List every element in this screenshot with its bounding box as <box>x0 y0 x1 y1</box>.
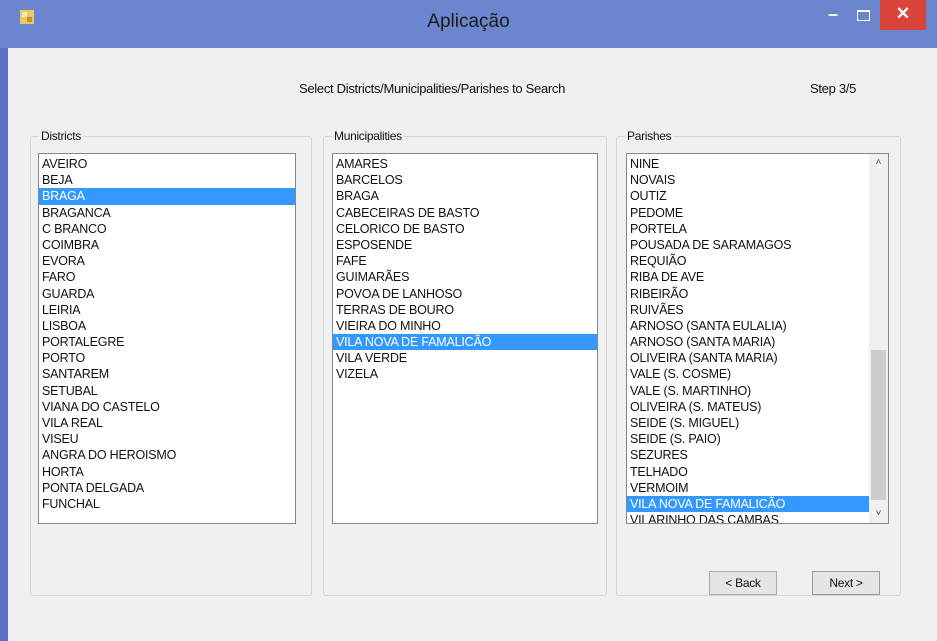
list-item[interactable]: BRAGANCA <box>39 205 295 221</box>
application-window: Aplicação – ✕ Select Districts/Municipal… <box>0 0 937 641</box>
chevron-up-icon[interactable]: ˄ <box>869 154 888 172</box>
list-item[interactable]: TELHADO <box>627 464 869 480</box>
list-item[interactable]: VILA NOVA DE FAMALICÃO <box>333 334 597 351</box>
districts-label: Districts <box>39 129 83 143</box>
list-item[interactable]: FARO <box>39 269 295 285</box>
list-item[interactable]: GUARDA <box>39 286 295 302</box>
window-title: Aplicação <box>427 11 510 32</box>
title-bar: Aplicação – ✕ <box>0 0 937 48</box>
maximize-icon <box>856 10 870 21</box>
search-prompt: Select Districts/Municipalities/Parishes… <box>299 81 566 96</box>
list-item[interactable]: BEJA <box>39 172 295 188</box>
next-button[interactable]: Next > <box>812 571 880 595</box>
list-item[interactable]: BRAGA <box>333 188 597 204</box>
list-item[interactable]: C BRANCO <box>39 221 295 237</box>
list-item[interactable]: VERMOIM <box>627 480 869 496</box>
list-item[interactable]: POVOA DE LANHOSO <box>333 286 597 302</box>
list-item[interactable]: COIMBRA <box>39 237 295 253</box>
parishes-items: NINE NOVAIS OUTIZ PEDOME PORTELA POUSADA DE S… <box>627 154 869 523</box>
list-item[interactable]: CABECEIRAS DE BASTO <box>333 205 597 221</box>
list-item[interactable]: FUNCHAL <box>39 496 295 512</box>
list-item[interactable]: VIANA DO CASTELO <box>39 399 295 415</box>
list-item[interactable]: PEDOME <box>627 205 869 221</box>
list-item[interactable]: VIZELA <box>333 366 597 382</box>
districts-items: AVEIRO BEJA BRAGA BRAGANCA C BRANCO COIMBRA EV… <box>39 154 295 512</box>
list-item[interactable]: NINE <box>627 156 869 172</box>
list-item[interactable]: RIBA DE AVE <box>627 269 869 285</box>
districts-listbox[interactable]: AVEIRO BEJA BRAGA BRAGANCA C BRANCO COIMBRA EV… <box>38 153 296 524</box>
municipalities-group: Municipalities AMARES BARCELOS BRAGA CABECE… <box>323 129 607 596</box>
municipalities-items: AMARES BARCELOS BRAGA CABECEIRAS DE BASTO CE… <box>333 154 597 383</box>
list-item[interactable]: VILA VERDE <box>333 350 597 366</box>
list-item[interactable]: TERRAS DE BOURO <box>333 302 597 318</box>
maximize-button[interactable] <box>848 0 878 30</box>
list-item[interactable]: GUIMARÃES <box>333 269 597 285</box>
back-button[interactable]: < Back <box>709 571 777 595</box>
parishes-listbox[interactable]: NINE NOVAIS OUTIZ PEDOME PORTELA POUSADA DE S… <box>626 153 889 524</box>
step-indicator: Step 3/5 <box>810 81 857 96</box>
minimize-button[interactable]: – <box>818 0 848 30</box>
municipalities-listbox[interactable]: AMARES BARCELOS BRAGA CABECEIRAS DE BASTO CE… <box>332 153 598 524</box>
list-item[interactable]: HORTA <box>39 464 295 480</box>
list-item[interactable]: PORTALEGRE <box>39 334 295 350</box>
list-item[interactable]: RIBEIRÃO <box>627 286 869 302</box>
chevron-down-icon[interactable]: ˅ <box>869 505 888 523</box>
parishes-group: Parishes NINE NOVAIS OUTIZ PEDOME PORTELA POU… <box>616 129 901 596</box>
list-item[interactable]: EVORA <box>39 253 295 269</box>
close-button[interactable]: ✕ <box>880 0 926 30</box>
list-item[interactable]: ARNOSO (SANTA EULALIA) <box>627 318 869 334</box>
municipalities-label: Municipalities <box>332 129 404 143</box>
list-item[interactable]: NOVAIS <box>627 172 869 188</box>
list-item[interactable]: SEZURES <box>627 447 869 463</box>
list-item[interactable]: ANGRA DO HEROISMO <box>39 447 295 463</box>
list-item[interactable]: PONTA DELGADA <box>39 480 295 496</box>
list-item[interactable]: LEIRIA <box>39 302 295 318</box>
list-item[interactable]: SETUBAL <box>39 383 295 399</box>
scrollbar-thumb[interactable] <box>871 350 886 500</box>
list-item[interactable]: FAFE <box>333 253 597 269</box>
list-item[interactable]: VILA NOVA DE FAMALICÃO <box>627 495 869 513</box>
list-item[interactable]: VIEIRA DO MINHO <box>333 318 597 334</box>
list-item[interactable]: OLIVEIRA (SANTA MARIA) <box>627 350 869 366</box>
list-item[interactable]: REQUIÃO <box>627 253 869 269</box>
list-item[interactable]: CELORICO DE BASTO <box>333 221 597 237</box>
list-item[interactable]: AVEIRO <box>39 156 295 172</box>
list-item[interactable]: BARCELOS <box>333 172 597 188</box>
list-item[interactable]: RUIVÃES <box>627 302 869 318</box>
list-item[interactable]: SEIDE (S. MIGUEL) <box>627 415 869 431</box>
list-item[interactable]: SANTAREM <box>39 366 295 382</box>
list-item[interactable]: VILA REAL <box>39 415 295 431</box>
list-item[interactable]: OUTIZ <box>627 188 869 204</box>
list-item[interactable]: VALE (S. COSME) <box>627 366 869 382</box>
list-item[interactable]: BRAGA <box>39 188 295 205</box>
list-item[interactable]: PORTO <box>39 350 295 366</box>
parishes-scrollbar[interactable]: ˄ ˅ <box>869 154 888 523</box>
list-item[interactable]: SEIDE (S. PAIO) <box>627 431 869 447</box>
districts-group: Districts AVEIRO BEJA BRAGA BRAGANCA C BRANC… <box>30 129 312 596</box>
list-item[interactable]: VALE (S. MARTINHO) <box>627 383 869 399</box>
list-item[interactable]: ARNOSO (SANTA MARIA) <box>627 334 869 350</box>
client-area: Select Districts/Municipalities/Parishes… <box>8 48 937 641</box>
list-item[interactable]: AMARES <box>333 156 597 172</box>
list-item[interactable]: PORTELA <box>627 221 869 237</box>
list-item[interactable]: ESPOSENDE <box>333 237 597 253</box>
list-item[interactable]: VILARINHO DAS CAMBAS <box>627 512 869 523</box>
list-item[interactable]: OLIVEIRA (S. MATEUS) <box>627 399 869 415</box>
list-item[interactable]: VISEU <box>39 431 295 447</box>
parishes-label: Parishes <box>625 129 674 143</box>
list-item[interactable]: POUSADA DE SARAMAGOS <box>627 237 869 253</box>
close-icon: ✕ <box>895 4 911 23</box>
minimize-icon: – <box>827 4 838 24</box>
list-item[interactable]: LISBOA <box>39 318 295 334</box>
